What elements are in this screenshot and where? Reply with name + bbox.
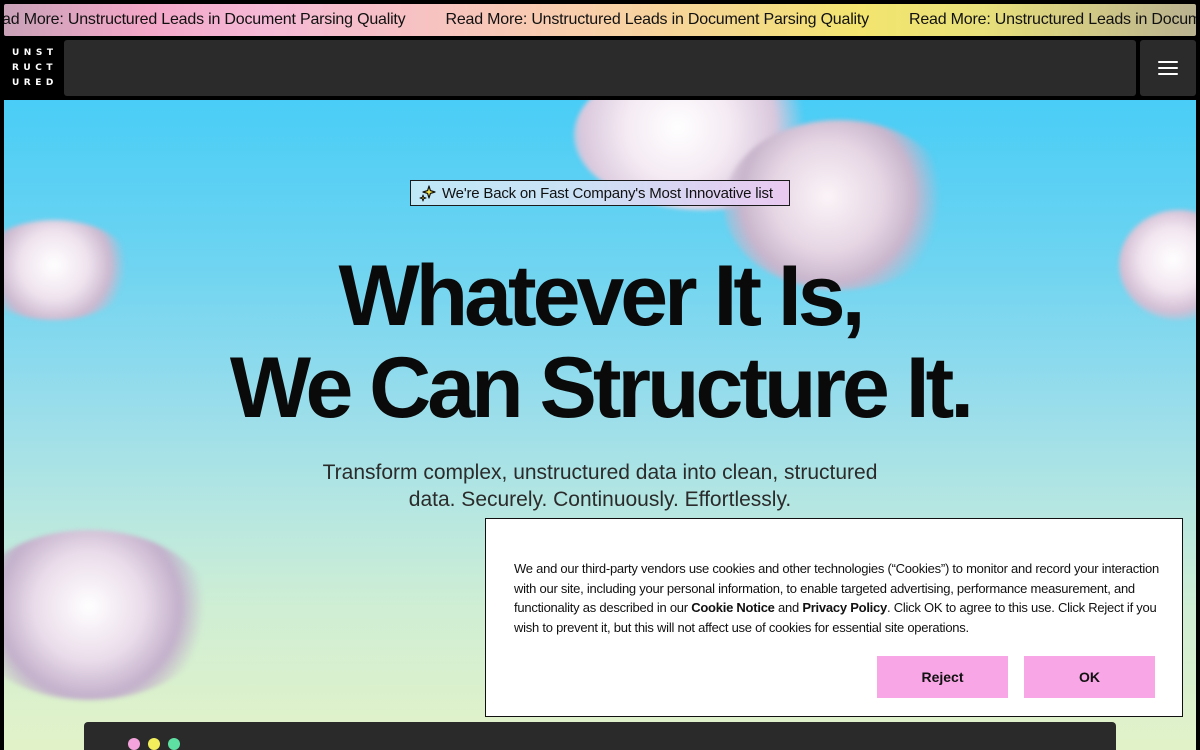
ticker-item[interactable]: Read More: Unstructured Leads in Documen… [4, 11, 406, 29]
logo-line: URED [12, 77, 58, 88]
window-dot-pink [128, 738, 140, 750]
window-dot-yellow [148, 738, 160, 750]
logo-line: RUCT [12, 62, 57, 73]
headline-line-2: We Can Structure It. [229, 340, 974, 436]
announcement-ticker[interactable]: Read More: Unstructured Leads in Documen… [4, 4, 1196, 36]
ticker-track: Read More: Unstructured Leads in Documen… [4, 4, 1196, 36]
menu-button[interactable] [1140, 40, 1196, 96]
headline-line-1: Whatever It Is, [338, 248, 865, 344]
announcement-badge[interactable]: We're Back on Fast Company's Most Innova… [410, 180, 790, 206]
privacy-policy-link[interactable]: Privacy Policy [802, 600, 887, 615]
navbar [64, 40, 1136, 96]
ticker-item[interactable]: Read More: Unstructured Leads in Documen… [909, 11, 1196, 29]
cookie-text: We and our third-party vendors use cooki… [514, 559, 1159, 638]
badge-text: We're Back on Fast Company's Most Innova… [442, 184, 773, 202]
cookie-notice-link[interactable]: Cookie Notice [691, 600, 775, 615]
cookie-banner: We and our third-party vendors use cooki… [485, 518, 1183, 717]
cookie-text-part: and [774, 600, 803, 616]
cloud-image [4, 530, 214, 700]
window-dot-green [168, 738, 180, 750]
ok-button[interactable]: OK [1024, 656, 1155, 698]
hero-headline: Whatever It Is, We Can Structure It. [4, 250, 1196, 434]
sparkle-icon [419, 184, 437, 202]
logo-line: UNST [12, 47, 58, 58]
ticker-item[interactable]: Read More: Unstructured Leads in Documen… [445, 11, 869, 29]
hero-subheadline: Transform complex, unstructured data int… [322, 461, 878, 511]
logo[interactable]: UNST RUCT URED [4, 40, 60, 96]
hamburger-icon [1158, 61, 1178, 75]
app-preview-window [84, 722, 1116, 750]
reject-button[interactable]: Reject [877, 656, 1008, 698]
